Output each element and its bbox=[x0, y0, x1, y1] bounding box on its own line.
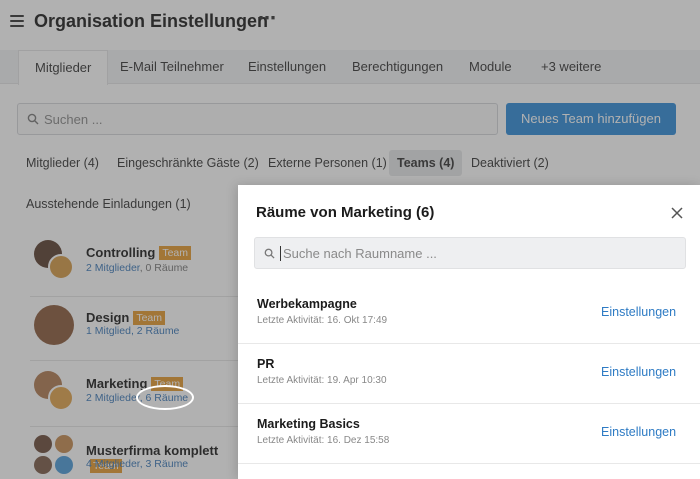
rooms-modal: Räume von Marketing (6) Suche nach Raumn… bbox=[238, 185, 700, 479]
room-last-activity: Letzte Aktivität: 16. Dez 15:58 bbox=[257, 435, 390, 446]
room-row: Werbekampagne Letzte Aktivität: 16. Okt … bbox=[238, 284, 700, 344]
room-name: Werbekampagne bbox=[257, 297, 357, 311]
room-row: Marketing Basics Letzte Aktivität: 16. D… bbox=[238, 404, 700, 464]
room-name: PR bbox=[257, 357, 275, 371]
room-settings-link[interactable]: Einstellungen bbox=[601, 305, 676, 319]
search-icon bbox=[264, 248, 275, 259]
room-name: Marketing Basics bbox=[257, 417, 360, 431]
room-settings-link[interactable]: Einstellungen bbox=[601, 365, 676, 379]
modal-title: Räume von Marketing (6) bbox=[256, 204, 435, 221]
close-icon[interactable] bbox=[669, 205, 685, 221]
highlight-ring bbox=[136, 385, 194, 410]
room-last-activity: Letzte Aktivität: 16. Okt 17:49 bbox=[257, 315, 388, 326]
room-search-placeholder: Suche nach Raumname ... bbox=[283, 246, 437, 261]
room-search-input[interactable]: Suche nach Raumname ... bbox=[254, 237, 686, 269]
room-last-activity: Letzte Aktivität: 19. Apr 10:30 bbox=[257, 375, 387, 386]
room-settings-link[interactable]: Einstellungen bbox=[601, 425, 676, 439]
text-cursor bbox=[280, 246, 281, 261]
room-row: PR Letzte Aktivität: 19. Apr 10:30 Einst… bbox=[238, 344, 700, 404]
